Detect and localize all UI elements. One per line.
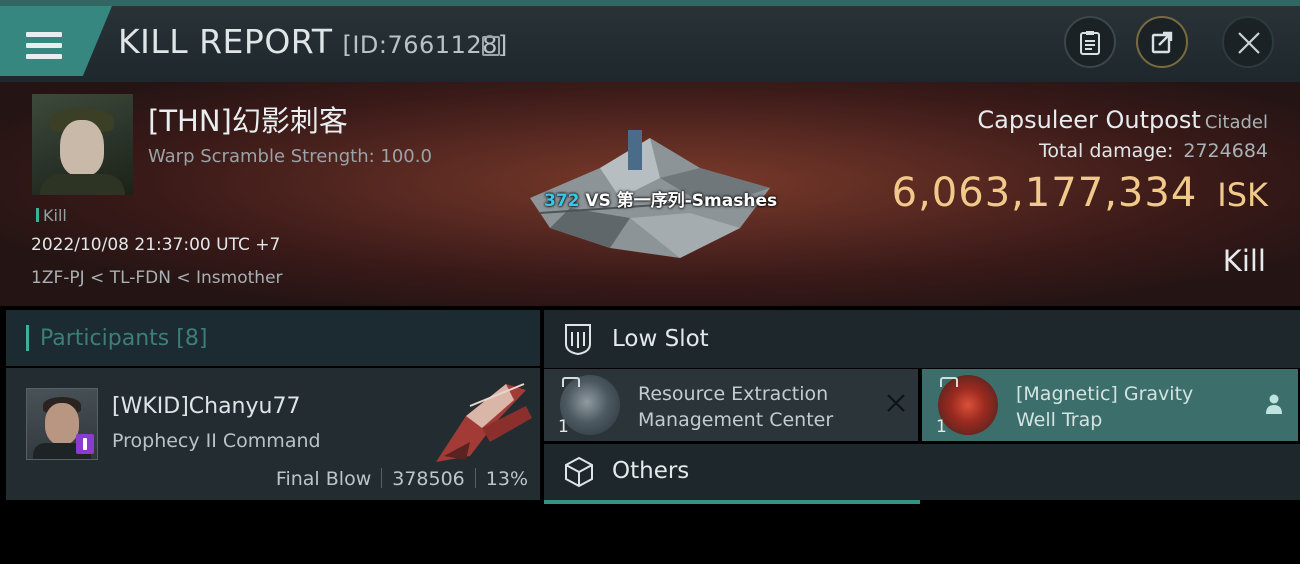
module-name-line-1: [Magnetic] Gravity [1016,383,1194,405]
header-bar: KILL REPORT [ID:7661128] [0,0,1300,82]
page-title: KILL REPORT [ID:7661128] [118,22,508,61]
hamburger-menu-icon [26,32,62,60]
warp-scramble-strength: Warp Scramble Strength: 100.0 [148,146,432,167]
victim-portrait[interactable] [32,94,133,195]
header-top-line [0,0,1300,6]
total-damage-label: Total damage: [1038,140,1174,162]
participants-title: Participants [8] [40,326,207,351]
isk-value: 6,063,177,334 [891,170,1198,216]
kill-tag: Kill [36,206,67,225]
low-slot-title: Low Slot [612,326,709,352]
low-slot-icon [565,324,591,356]
kill-timestamp: 2022/10/08 21:37:00 UTC +7 [31,235,281,255]
menu-button[interactable] [0,6,112,76]
module-slot-item-selected[interactable]: 1 [Magnetic] Gravity Well Trap [922,369,1298,441]
isk-unit: ISK [1217,176,1268,214]
kill-location[interactable]: 1ZF-PJ < TL-FDN < Insmother [31,268,283,288]
kill-result-label: Kill [1222,244,1266,278]
module-meta-icon [940,377,958,387]
participants-count: [8] [176,326,208,351]
close-icon [887,394,905,412]
versus-label: 372 VS 第一序列-Smashes [544,186,777,211]
module-name-line-2: Well Trap [1016,409,1103,431]
participant-damage-percent: 13% [485,468,528,490]
clipboard-button[interactable] [1064,16,1116,68]
scroll-indicator [544,500,920,504]
participant-ship-image[interactable] [426,376,536,468]
share-button[interactable] [1136,16,1188,68]
participant-role: Final Blow [275,468,372,490]
clipboard-icon [1080,31,1100,55]
module-slot-item[interactable]: 1 Resource Extraction Management Center [544,369,918,441]
participants-header[interactable]: Participants [8] [6,310,540,366]
victim-name[interactable]: [THN]幻影刺客 [148,98,348,140]
participant-row[interactable]: [WKID]Chanyu77 Prophecy II Command Final… [6,368,540,500]
copy-icon[interactable] [482,36,500,56]
participant-ship-name: Prophecy II Command [112,430,321,452]
participant-stats: Final Blow 378506 13% [276,468,528,490]
close-icon [1238,32,1260,54]
module-name: Resource Extraction Management Center [638,381,833,433]
page-title-text: KILL REPORT [118,22,333,61]
person-icon [1266,394,1282,414]
versus-count: 372 [544,191,580,211]
target-type-name: Capsuleer Outpost [977,106,1201,134]
participant-badge-icon [76,434,94,454]
others-title: Others [612,458,690,484]
isk-value-row: 6,063,177,334 ISK [892,170,1268,216]
accent-bar [26,325,29,351]
cube-icon [565,456,593,488]
total-damage-value: 2724684 [1183,140,1268,162]
low-slot-header[interactable]: Low Slot [544,310,1300,368]
participant-name[interactable]: [WKID]Chanyu77 [112,394,300,419]
target-subtype: Citadel [1204,112,1268,133]
module-name-line-1: Resource Extraction [638,383,829,405]
participant-damage: 378506 [392,468,465,490]
others-header[interactable]: Others [544,444,1300,500]
versus-text: VS 第一序列-Smashes [585,191,778,211]
participants-title-text: Participants [40,326,170,351]
module-quantity: 1 [558,417,569,437]
share-icon [1151,31,1173,54]
target-type: Capsuleer Outpost Citadel [977,106,1268,134]
module-meta-icon [562,377,580,387]
total-damage: Total damage: 2724684 [1039,140,1268,162]
kill-banner: [THN]幻影刺客 Warp Scramble Strength: 100.0 … [0,82,1300,306]
module-quantity: 1 [936,417,947,437]
close-button[interactable] [1222,16,1274,68]
module-name-line-2: Management Center [638,409,834,431]
module-name: [Magnetic] Gravity Well Trap [1016,381,1193,433]
